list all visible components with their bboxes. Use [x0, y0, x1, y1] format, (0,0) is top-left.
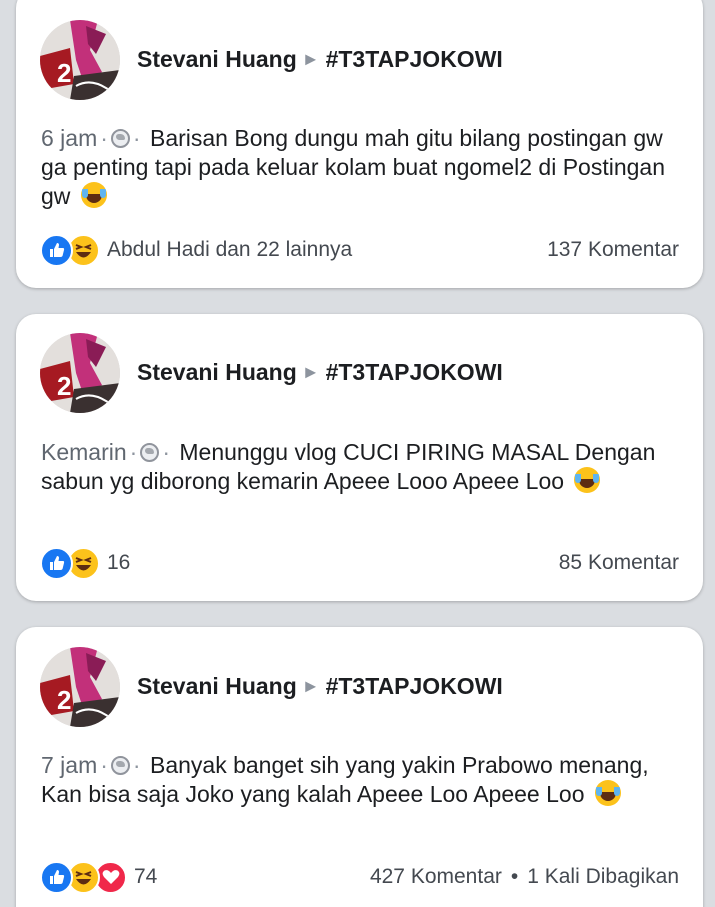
stats-separator: •	[510, 865, 519, 888]
meta-separator: ·	[132, 125, 141, 151]
share-arrow-icon: ►	[301, 49, 320, 69]
group-name[interactable]: #T3TAPJOKOWI	[326, 359, 503, 385]
reactions-summary[interactable]: 16	[40, 546, 130, 580]
laughing-emoji-icon	[594, 780, 621, 806]
meta-separator: ·	[129, 439, 138, 465]
post-time[interactable]: Kemarin	[41, 439, 127, 465]
avatar[interactable]: 2	[40, 333, 120, 413]
shares-count[interactable]: 1 Kali Dibagikan	[527, 865, 679, 889]
reactions-count[interactable]: 16	[107, 551, 130, 575]
globe-icon	[110, 129, 130, 148]
laughing-emoji-icon	[574, 467, 601, 493]
post-header: Stevani Huang ► #T3TAPJOKOWI	[137, 673, 503, 700]
laughing-emoji-icon	[80, 182, 107, 208]
reactions-count[interactable]: 74	[134, 865, 157, 889]
post-body: 7 jam · · Banyak banget sih yang yakin Pra…	[41, 751, 681, 809]
globe-icon	[110, 756, 130, 775]
meta-separator: ·	[132, 752, 141, 778]
post-stats: 137 Komentar	[547, 238, 679, 262]
meta-separator: ·	[100, 125, 108, 151]
post-time[interactable]: 7 jam	[41, 752, 97, 778]
post-stats: 85 Komentar	[559, 551, 679, 575]
post-card: 2 Stevani Huang ► #T3TAPJOKOWI Kemarin · · M…	[16, 314, 703, 601]
avatar-image: 2	[40, 647, 120, 727]
author-name[interactable]: Stevani Huang	[137, 359, 297, 385]
meta-separator: ·	[162, 439, 170, 465]
post-time[interactable]: 6 jam	[41, 125, 97, 151]
globe-icon	[140, 443, 160, 462]
reactions-summary[interactable]: Abdul Hadi dan 22 lainnya	[40, 233, 352, 267]
reactions-count[interactable]: Abdul Hadi dan 22 lainnya	[107, 238, 352, 262]
post-footer: 74 427 Komentar • 1 Kali Dibagikan	[40, 859, 679, 895]
post-header: Stevani Huang ► #T3TAPJOKOWI	[137, 359, 503, 386]
comments-count[interactable]: 137 Komentar	[547, 238, 679, 262]
post-stats: 427 Komentar • 1 Kali Dibagikan	[370, 865, 679, 889]
svg-text:2: 2	[57, 371, 71, 401]
post-card: 2 Stevani Huang ► #T3TAPJOKOWI 7 jam · · Ban…	[16, 627, 703, 907]
svg-text:2: 2	[57, 58, 71, 88]
post-body: Kemarin · · Menunggu vlog CUCI PIRING MASA…	[41, 438, 681, 496]
avatar[interactable]: 2	[40, 20, 120, 100]
like-reaction-icon	[40, 546, 73, 580]
svg-text:2: 2	[57, 685, 71, 715]
like-reaction-icon	[40, 860, 73, 894]
reactions-summary[interactable]: 74	[40, 860, 157, 894]
post-footer: Abdul Hadi dan 22 lainnya 137 Komentar	[40, 232, 679, 268]
meta-separator: ·	[100, 752, 108, 778]
post-footer: 16 85 Komentar	[40, 545, 679, 581]
post-header: Stevani Huang ► #T3TAPJOKOWI	[137, 46, 503, 73]
post-body: 6 jam · · Barisan Bong dungu mah gitu bila…	[41, 124, 681, 211]
avatar[interactable]: 2	[40, 647, 120, 727]
avatar-image: 2	[40, 20, 120, 100]
group-name[interactable]: #T3TAPJOKOWI	[326, 46, 503, 72]
author-name[interactable]: Stevani Huang	[137, 673, 297, 699]
avatar-image: 2	[40, 333, 120, 413]
share-arrow-icon: ►	[301, 362, 320, 382]
like-reaction-icon	[40, 233, 73, 267]
group-name[interactable]: #T3TAPJOKOWI	[326, 673, 503, 699]
comments-count[interactable]: 427 Komentar	[370, 865, 502, 889]
comments-count[interactable]: 85 Komentar	[559, 551, 679, 575]
share-arrow-icon: ►	[301, 676, 320, 696]
author-name[interactable]: Stevani Huang	[137, 46, 297, 72]
post-card: 2 Stevani Huang ► #T3TAPJOKOWI 6 jam · · Bar…	[16, 0, 703, 288]
